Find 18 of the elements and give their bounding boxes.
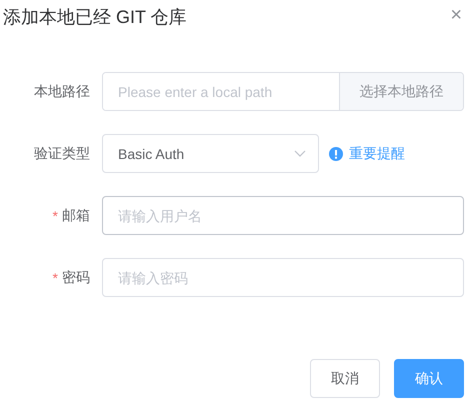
text-field[interactable]: 请输入密码 (102, 258, 464, 297)
text-field[interactable]: 请输入用户名 (102, 196, 464, 235)
exclamation-icon (329, 146, 343, 160)
notice-link[interactable]: 重要提醒 (329, 144, 405, 162)
dialog-title: 添加本地已经 GIT 仓库 (3, 6, 187, 29)
field-label: 验证类型 (34, 144, 90, 162)
browse-button[interactable]: 选择本地路径 (339, 73, 463, 110)
confirm-button[interactable]: 确认 (394, 359, 464, 398)
field-label: 邮箱 (62, 206, 90, 224)
field-label: 本地路径 (34, 82, 90, 100)
auth-type-dropdown[interactable]: Basic Auth (102, 134, 319, 173)
required-asterisk: * (52, 270, 58, 286)
cancel-button[interactable]: 取消 (310, 359, 380, 398)
path-field[interactable]: Please enter a local path 选择本地路径 (102, 72, 464, 111)
required-asterisk: * (52, 208, 58, 224)
field-label: 密码 (62, 268, 90, 286)
chevron-icon (294, 150, 306, 157)
close-button[interactable]: × (450, 5, 462, 25)
